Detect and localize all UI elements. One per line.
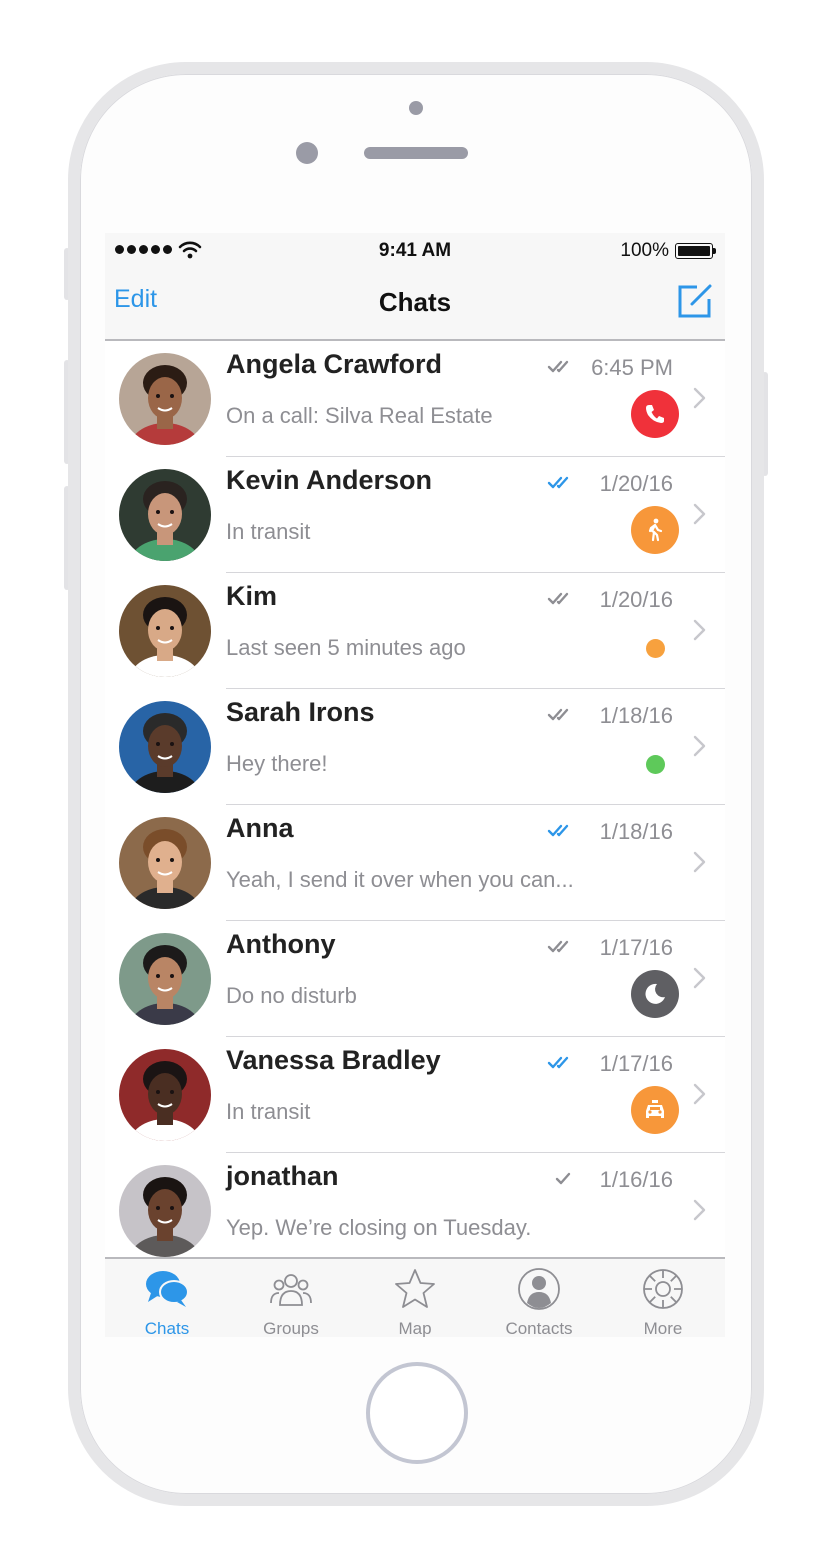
- chat-list: Angela Crawford On a call: Silva Real Est…: [105, 341, 725, 1257]
- chat-row[interactable]: jonathan Yep. We’re closing on Tuesday. 1/…: [105, 1153, 725, 1257]
- chevron-right-icon: [693, 735, 706, 757]
- chat-row[interactable]: Kim Last seen 5 minutes ago 1/20/16: [105, 573, 725, 689]
- away-status-dot: [646, 639, 665, 658]
- earpiece-speaker: [364, 147, 468, 159]
- contact-name: jonathan: [226, 1161, 339, 1191]
- page-title: Chats: [378, 287, 452, 317]
- tab-label: Chats: [144, 1319, 190, 1337]
- tab-label: Contacts: [505, 1319, 573, 1337]
- message-date: 1/18/16: [599, 703, 673, 728]
- message-preview: Do no disturb: [226, 983, 357, 1008]
- tab-map[interactable]: Map: [353, 1259, 477, 1337]
- groups-icon: [269, 1267, 313, 1311]
- avatar: [119, 1049, 211, 1141]
- tab-chats[interactable]: Chats: [105, 1259, 229, 1337]
- proximity-sensor: [409, 101, 423, 115]
- tab-contacts[interactable]: Contacts: [477, 1259, 601, 1337]
- tab-label: Map: [398, 1319, 432, 1337]
- avatar: [119, 933, 211, 1025]
- message-preview: On a call: Silva Real Estate: [226, 403, 493, 428]
- moon-icon: [631, 970, 679, 1018]
- avatar: [119, 817, 211, 909]
- avatar: [119, 701, 211, 793]
- chat-row[interactable]: Sarah Irons Hey there! 1/18/16: [105, 689, 725, 805]
- chevron-right-icon: [693, 851, 706, 873]
- contact-name: Angela Crawford: [226, 349, 443, 379]
- contact-name: Anna: [226, 813, 294, 843]
- read-receipt-icon: [547, 592, 569, 605]
- contact-name: Kevin Anderson: [226, 465, 433, 495]
- message-date: 1/18/16: [599, 819, 673, 844]
- message-date: 1/20/16: [599, 471, 673, 496]
- chat-row[interactable]: Anthony Do no disturb 1/17/16: [105, 921, 725, 1037]
- message-preview: Last seen 5 minutes ago: [226, 635, 466, 660]
- contact-name: Kim: [226, 581, 278, 611]
- message-date: 1/17/16: [599, 1051, 673, 1076]
- battery-percentage: 100%: [620, 240, 669, 261]
- tab-label: Groups: [263, 1319, 319, 1337]
- gear-icon: [641, 1267, 685, 1311]
- contact-icon: [517, 1267, 561, 1311]
- chevron-right-icon: [693, 1199, 706, 1221]
- avatar: [119, 353, 211, 445]
- walking-icon: [631, 506, 679, 554]
- contact-name: Sarah Irons: [226, 697, 375, 727]
- avatar: [119, 1165, 211, 1257]
- message-date: 6:45 PM: [591, 355, 673, 380]
- status-bar: 9:41 AM 100%: [105, 233, 725, 269]
- chat-bubbles-icon: [145, 1267, 189, 1311]
- phone-icon: [631, 390, 679, 438]
- sent-check-icon: [555, 1172, 571, 1185]
- tab-label: More: [643, 1319, 683, 1337]
- star-icon: [393, 1267, 437, 1311]
- chevron-right-icon: [693, 967, 706, 989]
- chat-row[interactable]: Vanessa Bradley In transit 1/17/16: [105, 1037, 725, 1153]
- message-preview: In transit: [226, 1099, 311, 1124]
- read-receipt-icon: [547, 940, 569, 953]
- message-date: 1/17/16: [599, 935, 673, 960]
- chat-row[interactable]: Anna Yeah, I send it over when you can...…: [105, 805, 725, 921]
- front-camera: [296, 142, 318, 164]
- read-receipt-icon: [547, 476, 569, 489]
- chevron-right-icon: [693, 387, 706, 409]
- chevron-right-icon: [693, 503, 706, 525]
- chevron-right-icon: [693, 619, 706, 641]
- message-preview: In transit: [226, 519, 311, 544]
- chat-row[interactable]: Angela Crawford On a call: Silva Real Est…: [105, 341, 725, 457]
- tab-groups[interactable]: Groups: [229, 1259, 353, 1337]
- contact-name: Vanessa Bradley: [226, 1045, 441, 1075]
- message-preview: Yeah, I send it over when you can...: [226, 867, 574, 892]
- navigation-bar: Edit Chats: [105, 269, 725, 341]
- read-receipt-icon: [547, 824, 569, 837]
- home-button[interactable]: [366, 1362, 468, 1464]
- read-receipt-icon: [547, 360, 569, 373]
- message-date: 1/16/16: [599, 1167, 673, 1192]
- message-preview: Hey there!: [226, 751, 328, 776]
- tab-more[interactable]: More: [601, 1259, 725, 1337]
- contact-name: Anthony: [226, 929, 336, 959]
- online-status-dot: [646, 755, 665, 774]
- battery-icon: [675, 243, 716, 259]
- read-receipt-icon: [547, 1056, 569, 1069]
- chevron-right-icon: [693, 1083, 706, 1105]
- avatar: [119, 585, 211, 677]
- taxi-icon: [631, 1086, 679, 1134]
- screen: 9:41 AM 100% Edit Chats Angela Crawford O…: [105, 233, 725, 1337]
- message-preview: Yep. We’re closing on Tuesday.: [226, 1215, 532, 1240]
- read-receipt-icon: [547, 708, 569, 721]
- compose-icon[interactable]: [677, 283, 713, 319]
- avatar: [119, 469, 211, 561]
- chat-row[interactable]: Kevin Anderson In transit 1/20/16: [105, 457, 725, 573]
- message-date: 1/20/16: [599, 587, 673, 612]
- tab-bar: Chats Groups Map Contacts More: [105, 1257, 725, 1337]
